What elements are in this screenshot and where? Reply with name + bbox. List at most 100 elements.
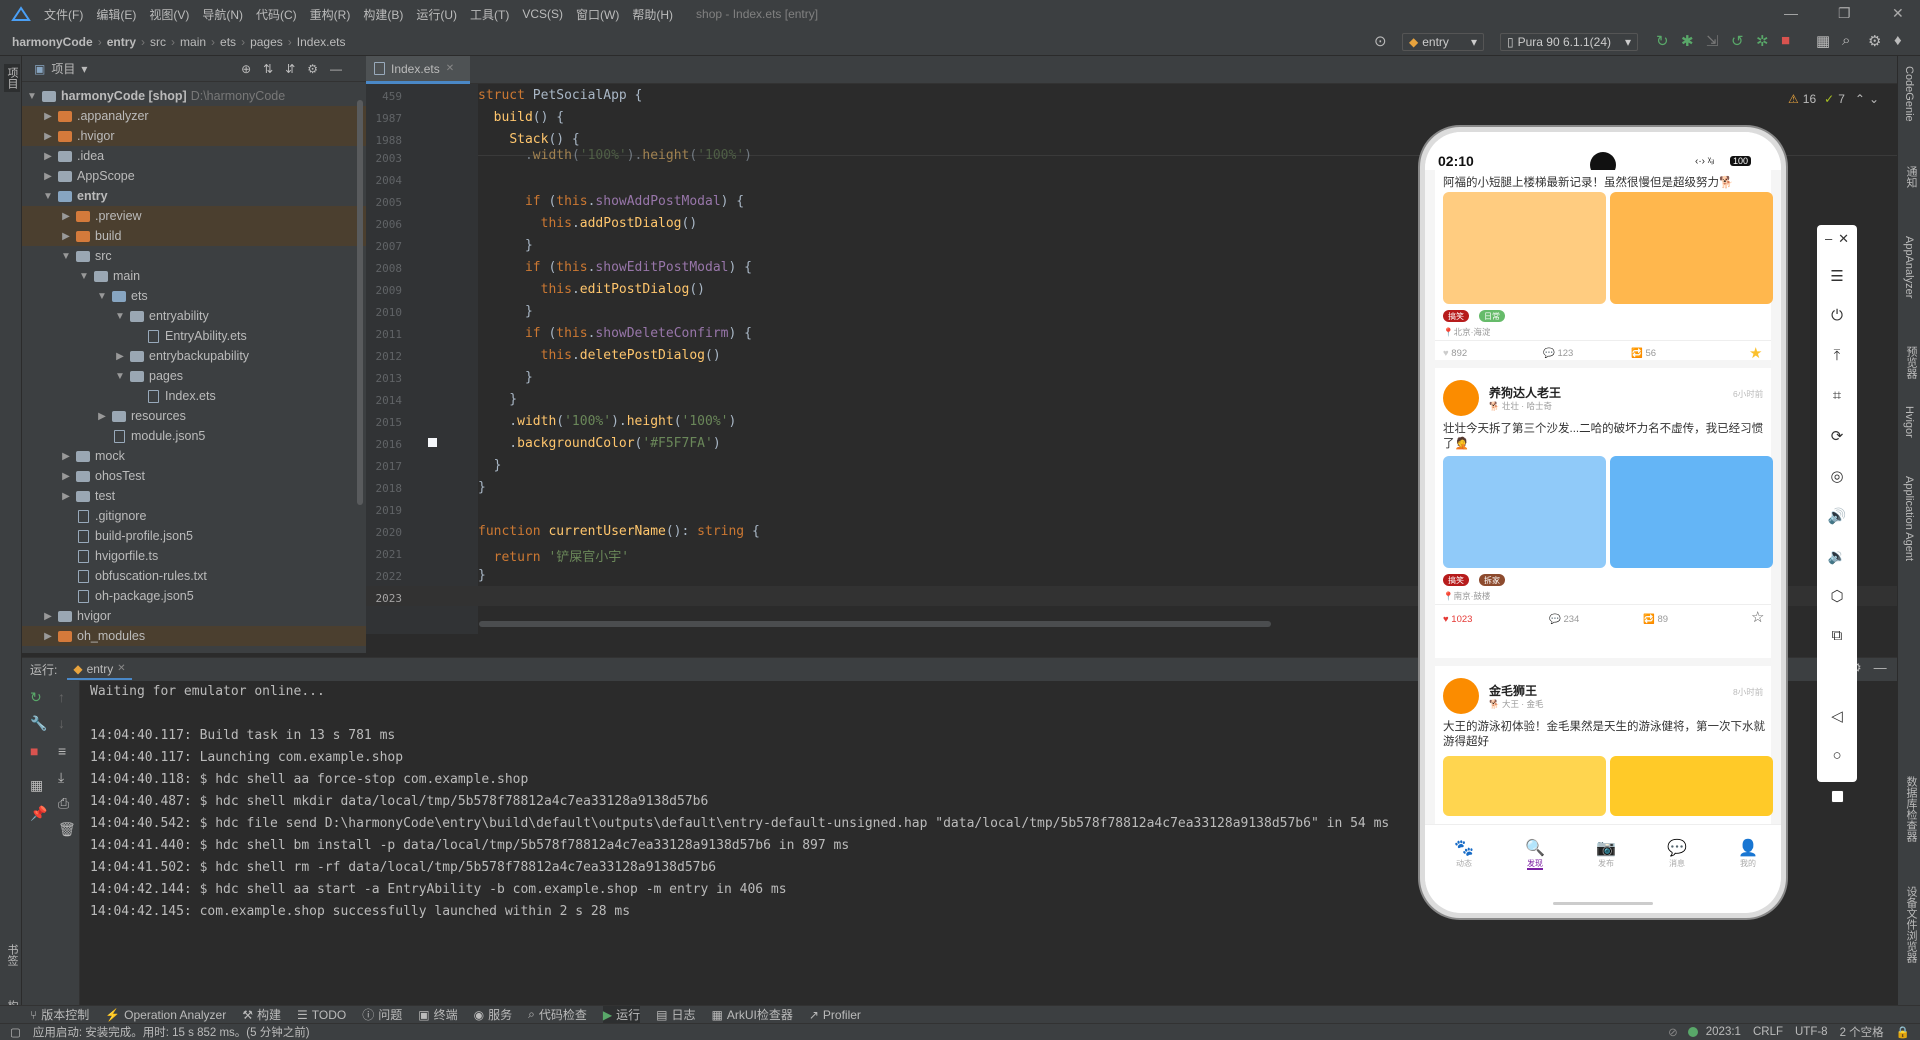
share-button[interactable]: 🔁 89: [1643, 614, 1668, 625]
tree-row-preview[interactable]: ▶ .preview: [22, 206, 366, 226]
tree-row-pages[interactable]: ▼ pages: [22, 366, 366, 386]
fold-icon[interactable]: ⬡: [1817, 587, 1857, 605]
application-agent-tool-tab[interactable]: Application Agent: [1903, 476, 1915, 561]
chevron-down-icon[interactable]: ▾: [81, 62, 87, 76]
power-icon[interactable]: ⏻: [1817, 307, 1857, 324]
tree-row-src[interactable]: ▼ src: [22, 246, 366, 266]
tree-row-oh-modules[interactable]: ▶ oh_modules: [22, 626, 366, 646]
close-tab-icon[interactable]: ✕: [446, 63, 454, 74]
search-icon[interactable]: ⌕: [1842, 32, 1850, 49]
breadcrumb-module[interactable]: entry: [107, 35, 136, 49]
wrench-icon[interactable]: 🔧: [30, 715, 47, 732]
tree-row-entryability-ets[interactable]: EntryAbility.ets: [22, 326, 366, 346]
device-file-explorer-tool-tab[interactable]: 设备文件浏览器: [1903, 886, 1919, 963]
post-tag[interactable]: 拆家: [1479, 574, 1505, 586]
menu-build[interactable]: 构建(B): [363, 6, 403, 23]
menu-navigate[interactable]: 导航(N): [202, 6, 243, 23]
menu-edit[interactable]: 编辑(E): [96, 6, 136, 23]
share-button[interactable]: 🔁 56: [1631, 348, 1656, 359]
server-status-icon[interactable]: [1687, 1027, 1698, 1037]
debug-icon[interactable]: ✱: [1681, 32, 1694, 50]
breadcrumb-src[interactable]: src: [150, 35, 166, 49]
tool-version-control[interactable]: ⑂ 版本控制: [30, 1006, 89, 1023]
recents-icon[interactable]: [1831, 790, 1844, 803]
post-tag[interactable]: 搞笑: [1443, 574, 1469, 586]
menu-refactor[interactable]: 重构(R): [310, 6, 351, 23]
notifications-tool-tab[interactable]: 通知: [1903, 166, 1919, 188]
nav-discover[interactable]: 🔍 发现: [1505, 838, 1565, 870]
menu-file[interactable]: 文件(F): [44, 6, 83, 23]
breadcrumb-ets[interactable]: ets: [220, 35, 236, 49]
file-encoding[interactable]: UTF-8: [1795, 1026, 1828, 1038]
crop-icon[interactable]: ⌗: [1817, 387, 1857, 404]
home-indicator[interactable]: [1553, 902, 1653, 905]
tree-row-module-json5[interactable]: module.json5: [22, 426, 366, 446]
line-separator[interactable]: CRLF: [1753, 1026, 1783, 1038]
breadcrumb-project[interactable]: harmonyCode: [12, 35, 93, 49]
tree-row-obfuscation-rules[interactable]: obfuscation-rules.txt: [22, 566, 366, 586]
nav-publish[interactable]: 📷 发布: [1576, 838, 1636, 869]
tool-code-inspection[interactable]: ⌕ 代码检查: [528, 1006, 587, 1023]
tree-row-hvigor[interactable]: ▶ hvigor: [22, 606, 366, 626]
tree-row-root[interactable]: ▼ harmonyCode [shop] D:\harmonyCode: [22, 86, 366, 106]
tool-services[interactable]: ◉ 服务: [474, 1006, 513, 1023]
appanalyzer-tool-tab[interactable]: AppAnalyzer: [1903, 236, 1915, 298]
assistant-icon[interactable]: ♦: [1894, 32, 1902, 49]
nav-profile[interactable]: 👤 我的: [1718, 838, 1778, 869]
post-image[interactable]: [1443, 456, 1606, 568]
upload-icon[interactable]: ⤒: [1817, 347, 1857, 364]
tree-row-ohostest[interactable]: ▶ ohosTest: [22, 466, 366, 486]
trash-icon[interactable]: 🗑: [58, 821, 76, 838]
tree-row-idea[interactable]: ▶ .idea: [22, 146, 366, 166]
soft-wrap-icon[interactable]: ≡: [58, 743, 66, 759]
project-panel-title[interactable]: 项目: [51, 60, 75, 77]
attach-icon[interactable]: ⇲: [1706, 32, 1719, 50]
post-tag[interactable]: 日常: [1479, 310, 1505, 322]
scroll-end-icon[interactable]: ⤓: [58, 769, 64, 786]
chevron-up-icon[interactable]: ⌃: [1855, 92, 1865, 106]
menu-view[interactable]: 视图(V): [149, 6, 189, 23]
tree-row-entrybackupability[interactable]: ▶ entrybackupability: [22, 346, 366, 366]
tree-row-entryability[interactable]: ▼ entryability: [22, 306, 366, 326]
tool-log[interactable]: ▤ 日志: [656, 1006, 695, 1023]
rerun-icon[interactable]: ↻: [30, 689, 42, 706]
indent-setting[interactable]: 2 个空格: [1840, 1024, 1884, 1040]
editor-h-scrollbar[interactable]: [479, 621, 1271, 627]
rerun-icon[interactable]: ↻: [1656, 32, 1669, 50]
tree-row-hvigor-hidden[interactable]: ▶ .hvigor: [22, 126, 366, 146]
bookmarks-tool-tab[interactable]: 书签: [4, 944, 20, 966]
caret-position[interactable]: 2023:1: [1706, 1026, 1741, 1038]
chevron-down-icon[interactable]: ⌄: [1869, 92, 1879, 106]
tool-arkui-inspector[interactable]: ▦ ArkUI检查器: [711, 1006, 792, 1023]
like-button[interactable]: ♥ 892: [1443, 348, 1467, 359]
tree-row-main[interactable]: ▼ main: [22, 266, 366, 286]
post-card[interactable]: 阿福的小短腿上楼梯最新记录！虽然很慢但是超级努力🐕 搞笑 日常 📍北京·海淀 ♥…: [1435, 170, 1773, 362]
settings-icon[interactable]: ⚙: [1868, 32, 1881, 50]
device-select[interactable]: ▯ Pura 90 6.1.1(24) ▾: [1500, 33, 1638, 51]
avatar[interactable]: [1443, 678, 1479, 714]
post-card[interactable]: 金毛狮王 🐕 大王 · 金毛 8小时前 大王的游泳初体验！金毛果然是天生的游泳健…: [1435, 666, 1773, 826]
device-manager-icon[interactable]: ▦: [1816, 32, 1830, 50]
tree-row-entry[interactable]: ▼ entry: [22, 186, 366, 206]
menu-tools[interactable]: 工具(T): [470, 6, 509, 23]
project-panel-actions[interactable]: ⊕⇅⇵⚙—: [241, 62, 354, 76]
menu-code[interactable]: 代码(C): [256, 6, 297, 23]
status-message[interactable]: 应用启动: 安装完成。用时: 15 s 852 ms。(5 分钟之前): [33, 1024, 310, 1040]
run-panel-actions[interactable]: ⚙—: [1850, 660, 1899, 676]
like-button[interactable]: ♥ 1023: [1443, 614, 1472, 625]
tool-problems[interactable]: ⓘ 问题: [362, 1006, 402, 1023]
menu-icon[interactable]: ☰: [1817, 267, 1857, 285]
breadcrumb-pages[interactable]: pages: [250, 35, 283, 49]
post-image[interactable]: [1443, 756, 1606, 816]
apply-changes-icon[interactable]: ↺: [1731, 32, 1744, 50]
layout-toggle-icon[interactable]: ▢: [10, 1025, 21, 1039]
tab-index-ets[interactable]: Index.ets ✕: [366, 56, 470, 84]
tool-operation-analyzer[interactable]: ⚡ Operation Analyzer: [105, 1008, 226, 1022]
pin-icon[interactable]: 📌: [30, 805, 47, 822]
comment-button[interactable]: 💬 234: [1549, 614, 1579, 625]
home-icon[interactable]: ○: [1817, 747, 1857, 764]
tool-profiler[interactable]: ↗ Profiler: [809, 1008, 861, 1022]
tool-run[interactable]: ▶ 运行: [602, 1006, 641, 1023]
menu-window[interactable]: 窗口(W): [576, 6, 619, 23]
post-image[interactable]: [1610, 192, 1773, 304]
